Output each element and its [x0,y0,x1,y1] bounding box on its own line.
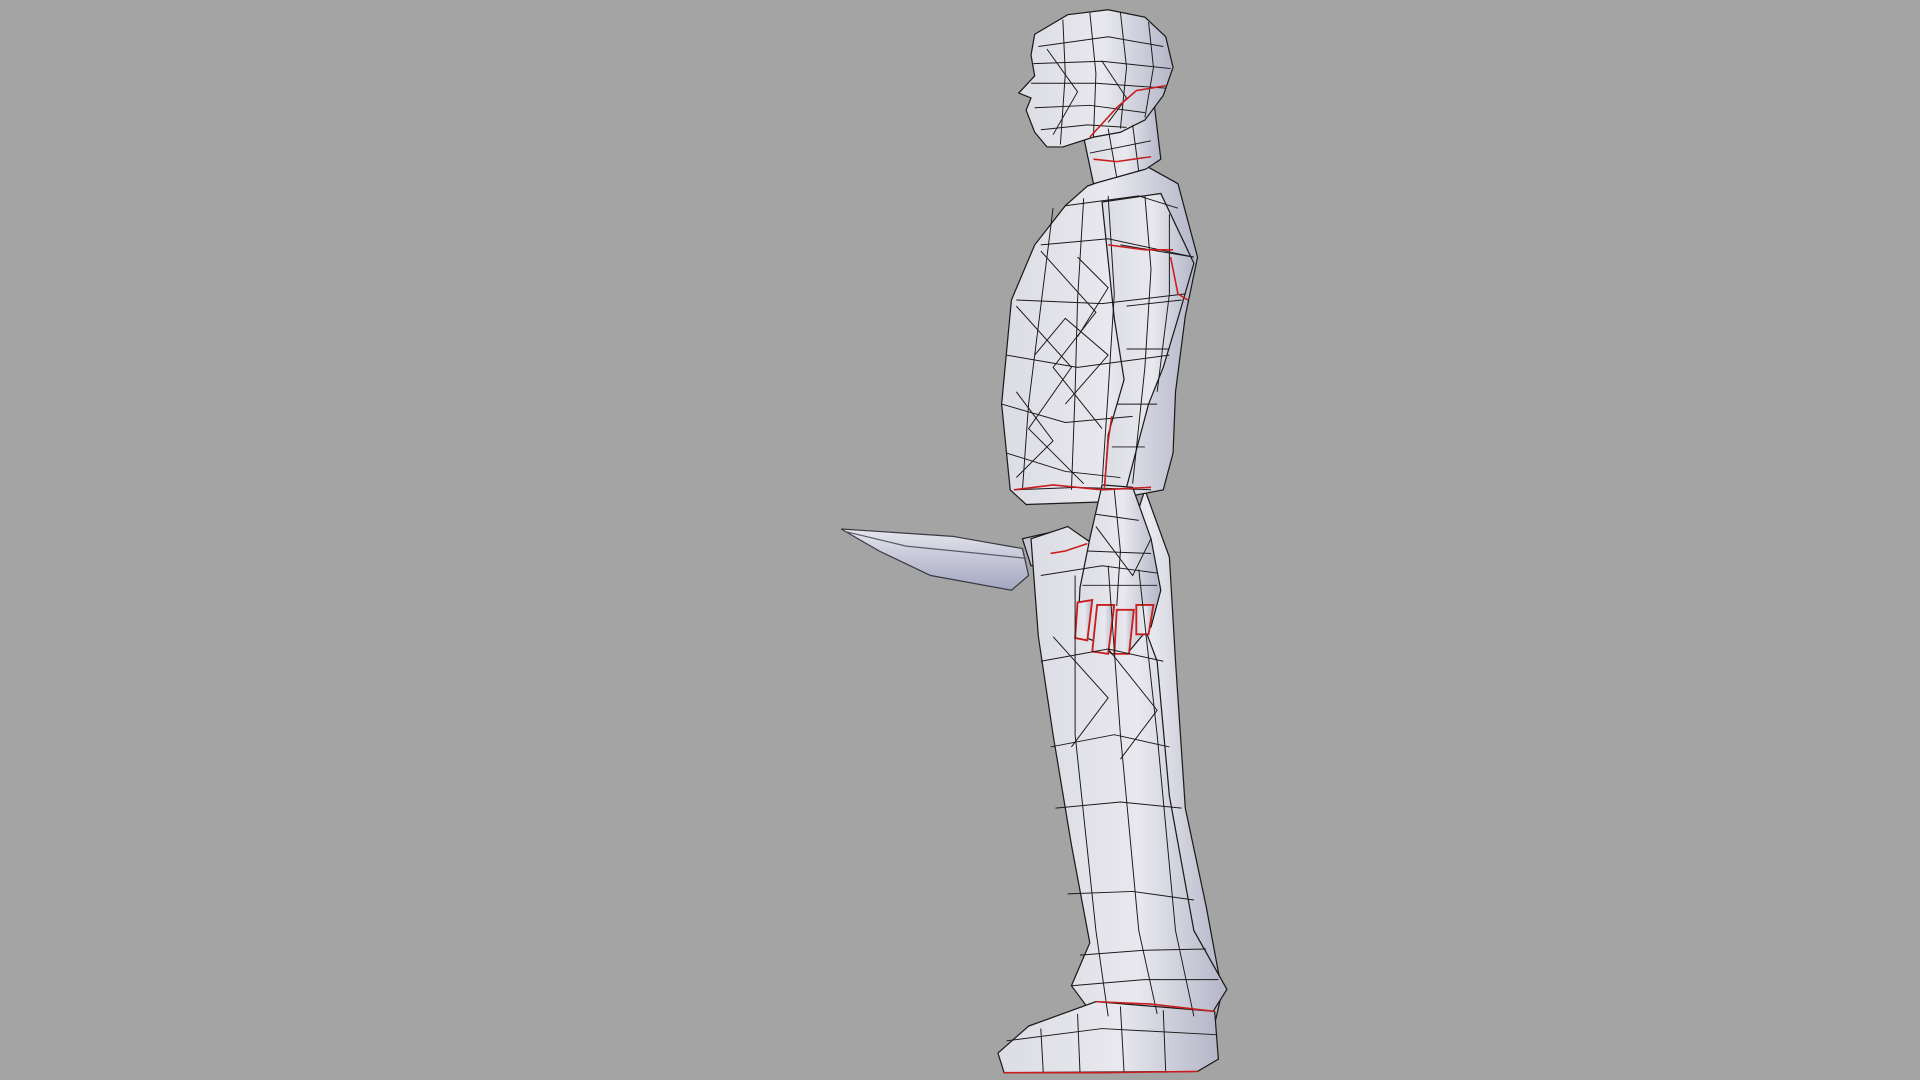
model-scene [0,0,1920,1080]
3d-viewport[interactable] [0,0,1920,1080]
